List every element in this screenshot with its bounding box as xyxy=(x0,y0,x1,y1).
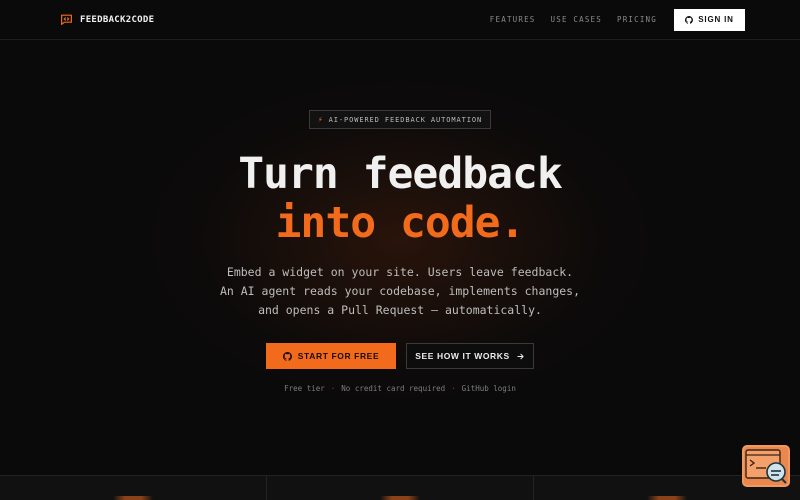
hero-subtitle-line: Embed a widget on your site. Users leave… xyxy=(226,265,574,279)
github-icon xyxy=(282,351,292,361)
hero-subtitle-line: and opens a Pull Request — automatically… xyxy=(258,303,542,317)
brand-name: FEEDBACK2CODE xyxy=(80,14,155,25)
feedback-widget-icon xyxy=(745,449,787,484)
stats-strip xyxy=(0,475,800,500)
start-for-free-button[interactable]: START FOR FREE xyxy=(266,343,396,369)
nav-link-use-cases[interactable]: USE CASES xyxy=(551,15,602,24)
hero-title-line1: Turn feedback xyxy=(238,149,563,199)
hero-title-line2: into code. xyxy=(275,198,526,248)
stat-cell xyxy=(267,476,534,500)
nav-link-pricing[interactable]: PRICING xyxy=(617,15,657,24)
stat-cell-peek xyxy=(380,496,420,500)
hero-headline: Turn feedback into code. xyxy=(0,150,800,248)
fine-print-item: Free tier xyxy=(284,384,325,393)
sign-in-button[interactable]: SIGN IN xyxy=(674,8,745,31)
hero-glow xyxy=(0,40,800,480)
fine-print-item: No credit card required xyxy=(341,384,446,393)
github-icon xyxy=(685,15,694,24)
nav-links: FEATURES USE CASES PRICING SIGN IN xyxy=(490,8,745,31)
start-for-free-label: START FOR FREE xyxy=(297,351,380,361)
see-how-it-works-label: SEE HOW IT WORKS xyxy=(415,351,510,361)
hero-fine-print: Free tier · No credit card required · Gi… xyxy=(0,384,800,393)
message-square-code-icon xyxy=(61,14,72,25)
see-how-it-works-button[interactable]: SEE HOW IT WORKS xyxy=(406,343,534,369)
nav-link-features[interactable]: FEATURES xyxy=(490,15,536,24)
sign-in-label: SIGN IN xyxy=(698,15,734,24)
hero-badge-text: AI-POWERED FEEDBACK AUTOMATION xyxy=(328,115,483,124)
stat-cell-peek xyxy=(113,496,153,500)
brand-logo[interactable]: FEEDBACK2CODE xyxy=(60,13,154,26)
hero-badge: ⚡ AI-POWERED FEEDBACK AUTOMATION xyxy=(309,110,491,129)
feedback-widget-launcher[interactable] xyxy=(742,445,790,487)
fine-print-separator: · xyxy=(451,384,456,393)
sparkle-icon: ⚡ xyxy=(317,115,324,124)
stat-cell-peek xyxy=(647,496,687,500)
arrow-right-icon xyxy=(517,353,524,359)
stat-cell xyxy=(0,476,267,500)
hero-subtitle: Embed a widget on your site. Users leave… xyxy=(0,263,800,320)
fine-print-item: GitHub login xyxy=(461,384,516,393)
hero-subtitle-line: An AI agent reads your codebase, impleme… xyxy=(219,284,581,298)
top-navbar: FEEDBACK2CODE FEATURES USE CASES PRICING… xyxy=(0,0,800,40)
fine-print-separator: · xyxy=(330,384,336,393)
